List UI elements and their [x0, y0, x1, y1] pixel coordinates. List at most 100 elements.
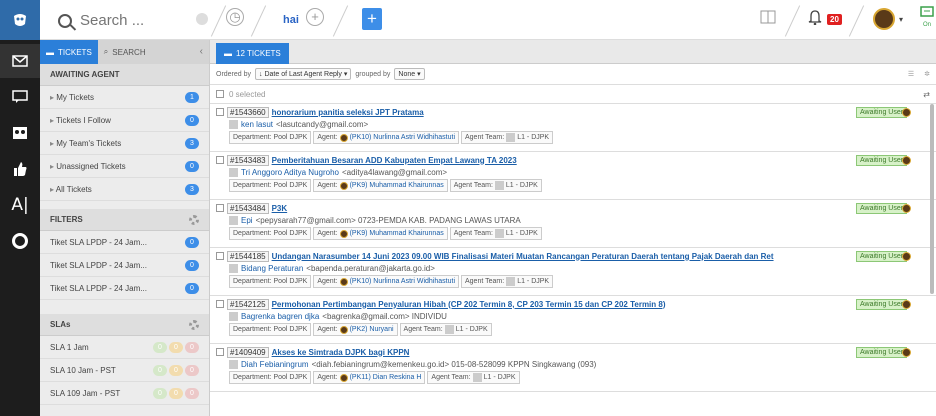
ticket-subject[interactable]: honorarium panitia seleksi JPT Pratama	[272, 108, 424, 117]
selection-bar: 0 selected ⇄	[210, 85, 936, 104]
gear-icon[interactable]	[189, 214, 199, 225]
online-status[interactable]: On	[916, 6, 936, 28]
filters-heading: FILTERS	[40, 209, 209, 231]
table-row[interactable]: #1544185 Undangan Narasumber 14 Juni 202…	[210, 248, 936, 296]
ticket-checkbox[interactable]	[216, 204, 224, 212]
team-tag[interactable]: Agent Team: L1 - DJPK	[449, 179, 542, 192]
team-tag[interactable]: Agent Team: L1 - DJPK	[449, 227, 542, 240]
ticket-user-name[interactable]: Tri Anggoro Aditya Nugroho	[241, 168, 339, 177]
clear-search-icon[interactable]	[196, 13, 208, 25]
team-tag[interactable]: Agent Team: L1 - DJPK	[461, 131, 554, 144]
user-avatar	[229, 120, 238, 129]
table-row[interactable]: #1543483 Pemberitahuan Besaran ADD Kabup…	[210, 152, 936, 200]
count-badge: 0	[185, 259, 199, 271]
divider	[250, 5, 267, 37]
search-box[interactable]	[58, 12, 190, 29]
agent-tag[interactable]: Agent: (PK2) Nuryani	[313, 323, 398, 336]
ticket-checkbox[interactable]	[216, 156, 224, 164]
ticket-user-name[interactable]: Diah Febianingrum	[241, 360, 309, 369]
ticket-id: #1409409	[227, 346, 269, 358]
agent-tag[interactable]: Agent: (PK10) Nurlinna Astri Widhihastut…	[313, 275, 459, 288]
team-tag[interactable]: Agent Team: L1 - DJPK	[461, 275, 554, 288]
collapse-sidebar-icon[interactable]: ‹	[200, 46, 203, 57]
refresh-icon[interactable]: ⇄	[923, 90, 930, 99]
user-avatar	[229, 216, 238, 225]
ticket-checkbox[interactable]	[216, 348, 224, 356]
sla-item[interactable]: SLA 109 Jam - PST 0 0 0	[40, 382, 209, 405]
status-badge: Awaiting User	[856, 155, 908, 166]
table-row[interactable]: #1542125 Permohonan Pertimbangan Penyalu…	[210, 296, 936, 344]
tab-tickets[interactable]: ▬ TICKETS	[40, 40, 98, 64]
team-icon	[444, 325, 454, 334]
add-circle-icon[interactable]: +	[306, 8, 324, 26]
ticket-user-name[interactable]: Epi	[241, 216, 253, 225]
app-logo[interactable]	[0, 0, 40, 40]
tab-search[interactable]: ⌕ SEARCH	[98, 40, 152, 64]
help-icon[interactable]	[0, 224, 40, 258]
ticket-user-name[interactable]: Bagrenka bagren djka	[241, 312, 319, 321]
select-all-checkbox[interactable]	[216, 90, 224, 98]
contacts-icon[interactable]	[0, 116, 40, 150]
bell-icon[interactable]	[808, 9, 822, 27]
sla-item[interactable]: SLA 10 Jam - PST 0 0 0	[40, 359, 209, 382]
agent-tag[interactable]: Agent: (PK10) Nurlinna Astri Widhihastut…	[313, 131, 459, 144]
sidebar-item-unassigned-tickets[interactable]: Unassigned Tickets0	[40, 155, 209, 178]
sidebar-item-my-teams-tickets[interactable]: My Team's Tickets3	[40, 132, 209, 155]
filter-item[interactable]: Tiket SLA LPDP - 24 Jam... 0	[40, 254, 209, 277]
scrollbar[interactable]	[930, 104, 934, 294]
team-tag[interactable]: Agent Team: L1 - DJPK	[399, 323, 492, 336]
table-row[interactable]: #1543660 honorarium panitia seleksi JPT …	[210, 104, 936, 152]
ticket-user-name[interactable]: Bidang Peraturan	[241, 264, 303, 273]
agent-avatar	[339, 181, 348, 190]
ticket-subject[interactable]: Pemberitahuan Besaran ADD Kabupaten Empa…	[272, 156, 517, 165]
ticket-checkbox[interactable]	[216, 300, 224, 308]
sidebar-item-tickets-i-follow[interactable]: Tickets I Follow0	[40, 109, 209, 132]
user-avatar	[229, 360, 238, 369]
group-select[interactable]: None ▾	[394, 68, 425, 80]
order-select[interactable]: ↓ Date of Last Agent Reply ▾	[255, 68, 352, 80]
chevron-down-icon[interactable]: ▾	[899, 15, 903, 24]
history-icon[interactable]: ◷	[226, 8, 244, 26]
reports-icon[interactable]: A|	[0, 188, 40, 222]
team-tag[interactable]: Agent Team: L1 - DJPK	[427, 371, 520, 384]
ticket-subject[interactable]: Akses ke Simtrada DJPK bagi KPPN	[272, 348, 410, 357]
agent-avatar	[339, 277, 348, 286]
agent-avatar	[339, 325, 348, 334]
list-view-icon[interactable]: ☰	[908, 70, 914, 78]
ticket-checkbox[interactable]	[216, 108, 224, 116]
table-row[interactable]: #1409409 Akses ke Simtrada DJPK bagi KPP…	[210, 344, 936, 392]
ticket-user-name[interactable]: ken lasut	[241, 120, 273, 129]
assigned-agent-avatar	[902, 156, 911, 165]
sidebar-item-all-tickets[interactable]: All Tickets3	[40, 178, 209, 201]
filter-item[interactable]: Tiket SLA LPDP - 24 Jam... 0	[40, 231, 209, 254]
create-button[interactable]: +	[362, 8, 382, 30]
mail-icon[interactable]	[0, 44, 40, 78]
agent-tag[interactable]: Agent: (PK9) Muhammad Khairunnas	[313, 179, 448, 192]
sidebar-item-my-tickets[interactable]: My Tickets1	[40, 86, 209, 109]
settings-icon[interactable]: ✲	[924, 70, 930, 78]
search-input[interactable]	[80, 12, 190, 29]
tab-12-tickets[interactable]: ▬ 12 TICKETS	[216, 43, 289, 64]
notification-badge: 20	[827, 14, 842, 25]
agent-tag[interactable]: Agent: (PK11) Dian Reskina H	[313, 371, 426, 384]
chat-icon[interactable]	[0, 80, 40, 114]
gear-icon[interactable]	[189, 319, 199, 330]
team-icon	[494, 229, 504, 238]
ticket-subject[interactable]: Undangan Narasumber 14 Juni 2023 09.00 W…	[272, 252, 774, 261]
agent-avatar	[339, 373, 348, 382]
ticket-checkbox[interactable]	[216, 252, 224, 260]
ticket-user-contact: <pepysarah77@gmail.com> 0723-PEMDA KAB. …	[255, 216, 521, 225]
department-tag: Department: Pool DJPK	[229, 371, 312, 384]
filter-item[interactable]: Tiket SLA LPDP - 24 Jam... 0	[40, 277, 209, 300]
columns-icon[interactable]	[760, 10, 776, 26]
table-row[interactable]: #1543484 P3K Epi <pepysarah77@gmail.com>…	[210, 200, 936, 248]
divider	[848, 5, 865, 37]
thumbs-up-icon[interactable]	[0, 152, 40, 186]
left-nav: A|	[0, 40, 40, 416]
ticket-subject[interactable]: P3K	[272, 204, 288, 213]
ticket-subject[interactable]: Permohonan Pertimbangan Penyaluran Hibah…	[272, 300, 666, 309]
assigned-agent-avatar	[902, 252, 911, 261]
agent-tag[interactable]: Agent: (PK9) Muhammad Khairunnas	[313, 227, 448, 240]
user-avatar[interactable]	[873, 8, 895, 30]
sla-item[interactable]: SLA 1 Jam 0 0 0	[40, 336, 209, 359]
